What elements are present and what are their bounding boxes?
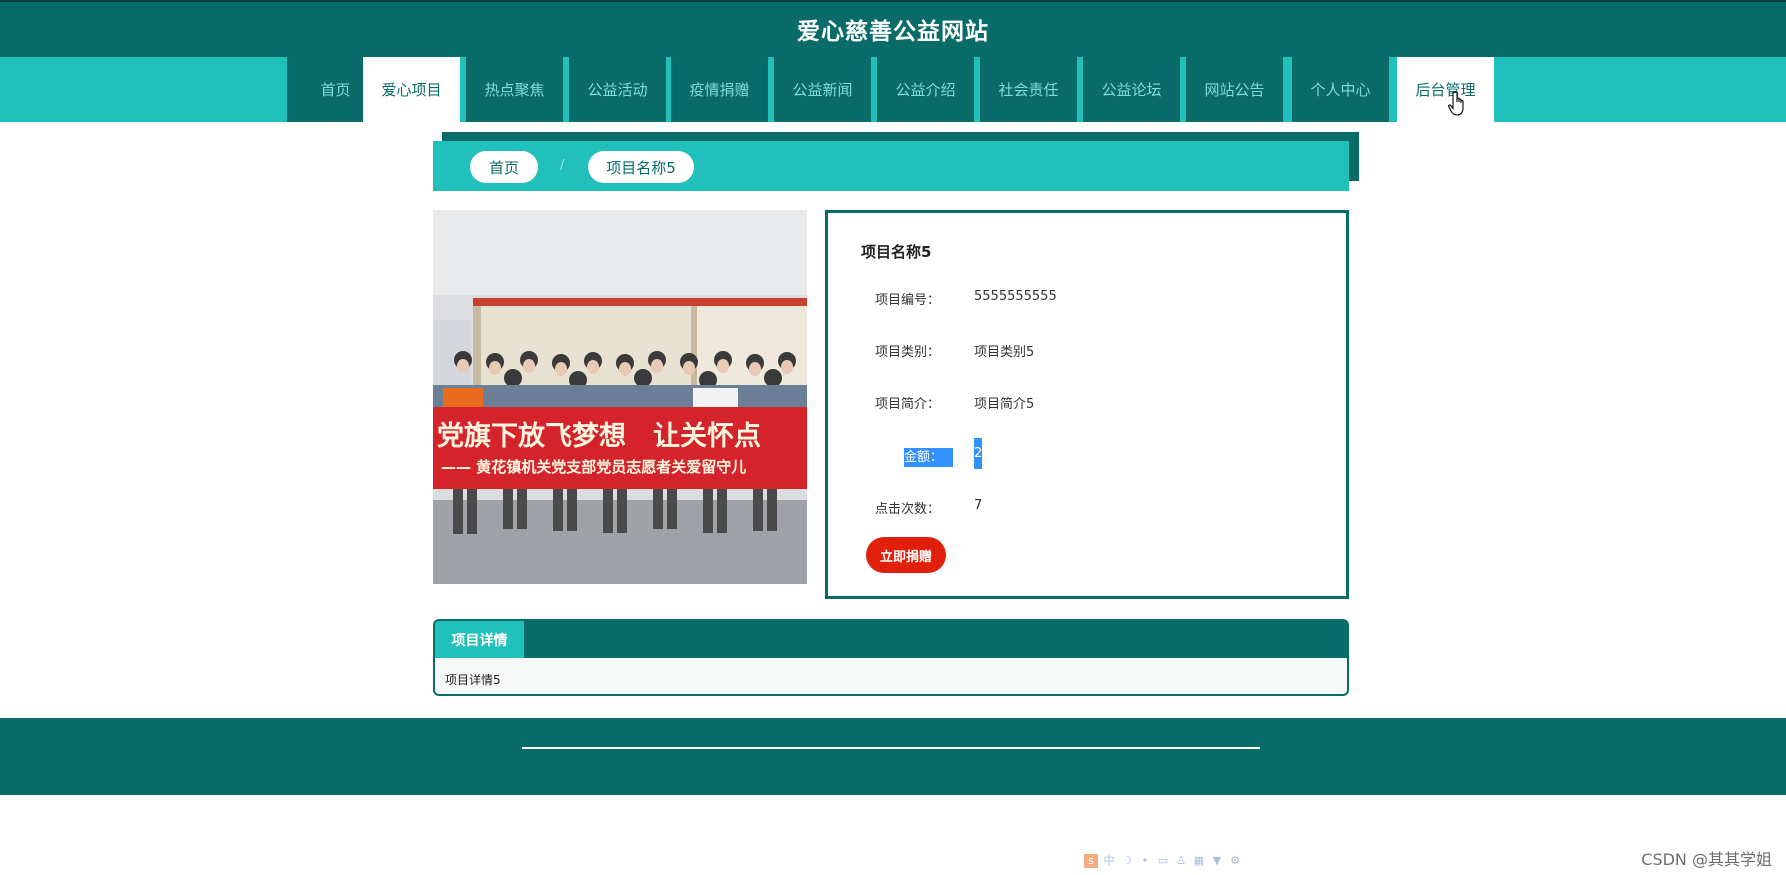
site-footer	[0, 718, 1786, 795]
nav-item-admin[interactable]: 后台管理	[1397, 57, 1494, 122]
nav-item-social-responsibility[interactable]: 社会责任	[980, 57, 1077, 122]
breadcrumb-home-link[interactable]: 首页	[470, 151, 538, 183]
project-category-label: 项目类别：	[874, 345, 940, 360]
project-summary-label: 项目简介：	[874, 397, 940, 412]
nav-item-personal-center[interactable]: 个人中心	[1292, 57, 1389, 122]
breadcrumb-separator: /	[560, 158, 565, 173]
project-photo: 党旗下放飞梦想 让关怀点 —— 黄花镇机关党支部党员志愿者关爱留守儿	[433, 210, 807, 584]
breadcrumb-current[interactable]: 项目名称5	[588, 151, 694, 183]
nav-item-epidemic-donation[interactable]: 疫情捐赠	[671, 57, 768, 122]
project-number-label: 项目编号：	[874, 293, 940, 308]
ime-keyboard-icon[interactable]: ▭	[1156, 854, 1170, 868]
donate-now-button[interactable]: 立即捐赠	[866, 537, 946, 573]
ime-moon-icon[interactable]: ☽	[1120, 854, 1134, 868]
amount-label-wrap: 金额：	[830, 446, 953, 467]
click-count-value: 7	[974, 498, 983, 513]
project-summary-value: 项目简介5	[974, 397, 1035, 412]
main-nav: 首页 爱心项目 热点聚焦 公益活动 疫情捐赠 公益新闻 公益介绍 社会责任 公益…	[0, 57, 1786, 122]
amount-value: 2	[974, 438, 982, 469]
nav-item-charity-projects[interactable]: 爱心项目	[363, 57, 460, 122]
banner-text-2: —— 黄花镇机关党支部党员志愿者关爱留守儿	[441, 458, 746, 476]
hand-cursor-icon	[1448, 91, 1464, 116]
ime-grid-icon[interactable]: ▦	[1192, 854, 1206, 868]
tab-project-details[interactable]: 项目详情	[435, 621, 524, 658]
project-title: 项目名称5	[861, 243, 932, 261]
click-count-label: 点击次数：	[874, 502, 940, 517]
project-category-value: 项目类别5	[974, 345, 1035, 360]
ime-gear-icon[interactable]: ⚙	[1228, 854, 1242, 868]
project-photo-image: 党旗下放飞梦想 让关怀点 —— 黄花镇机关党支部党员志愿者关爱留守儿	[433, 210, 807, 584]
nav-item-news[interactable]: 公益新闻	[774, 57, 871, 122]
site-title: 爱心慈善公益网站	[797, 18, 989, 45]
project-detail-content: 项目详情5	[445, 673, 501, 687]
ime-logo-icon[interactable]: s	[1084, 854, 1098, 868]
site-header: 爱心慈善公益网站	[0, 0, 1786, 57]
amount-label: 金额：	[903, 448, 953, 467]
watermark: CSDN @其其学姐	[1641, 850, 1772, 869]
footer-divider	[522, 747, 1260, 749]
nav-item-introduction[interactable]: 公益介绍	[877, 57, 974, 122]
ime-shirt-icon[interactable]: ▼	[1210, 854, 1224, 868]
project-detail-panel: 项目详情 项目详情5	[433, 619, 1349, 696]
detail-tab-bar	[435, 621, 1347, 658]
ime-chinese-icon[interactable]: 中	[1102, 854, 1116, 868]
ime-dots-icon[interactable]: •	[1138, 854, 1152, 868]
ime-user-icon[interactable]: ♙	[1174, 854, 1188, 868]
nav-item-forum[interactable]: 公益论坛	[1083, 57, 1180, 122]
project-number-value: 5555555555	[974, 289, 1057, 304]
nav-item-announcements[interactable]: 网站公告	[1186, 57, 1283, 122]
ime-toolbar: s 中 ☽ • ▭ ♙ ▦ ▼ ⚙	[1084, 854, 1242, 872]
nav-item-hot-topics[interactable]: 热点聚焦	[466, 57, 563, 122]
banner-text-1: 党旗下放飞梦想 让关怀点	[437, 420, 761, 452]
breadcrumb	[433, 141, 1349, 191]
nav-item-activities[interactable]: 公益活动	[569, 57, 666, 122]
